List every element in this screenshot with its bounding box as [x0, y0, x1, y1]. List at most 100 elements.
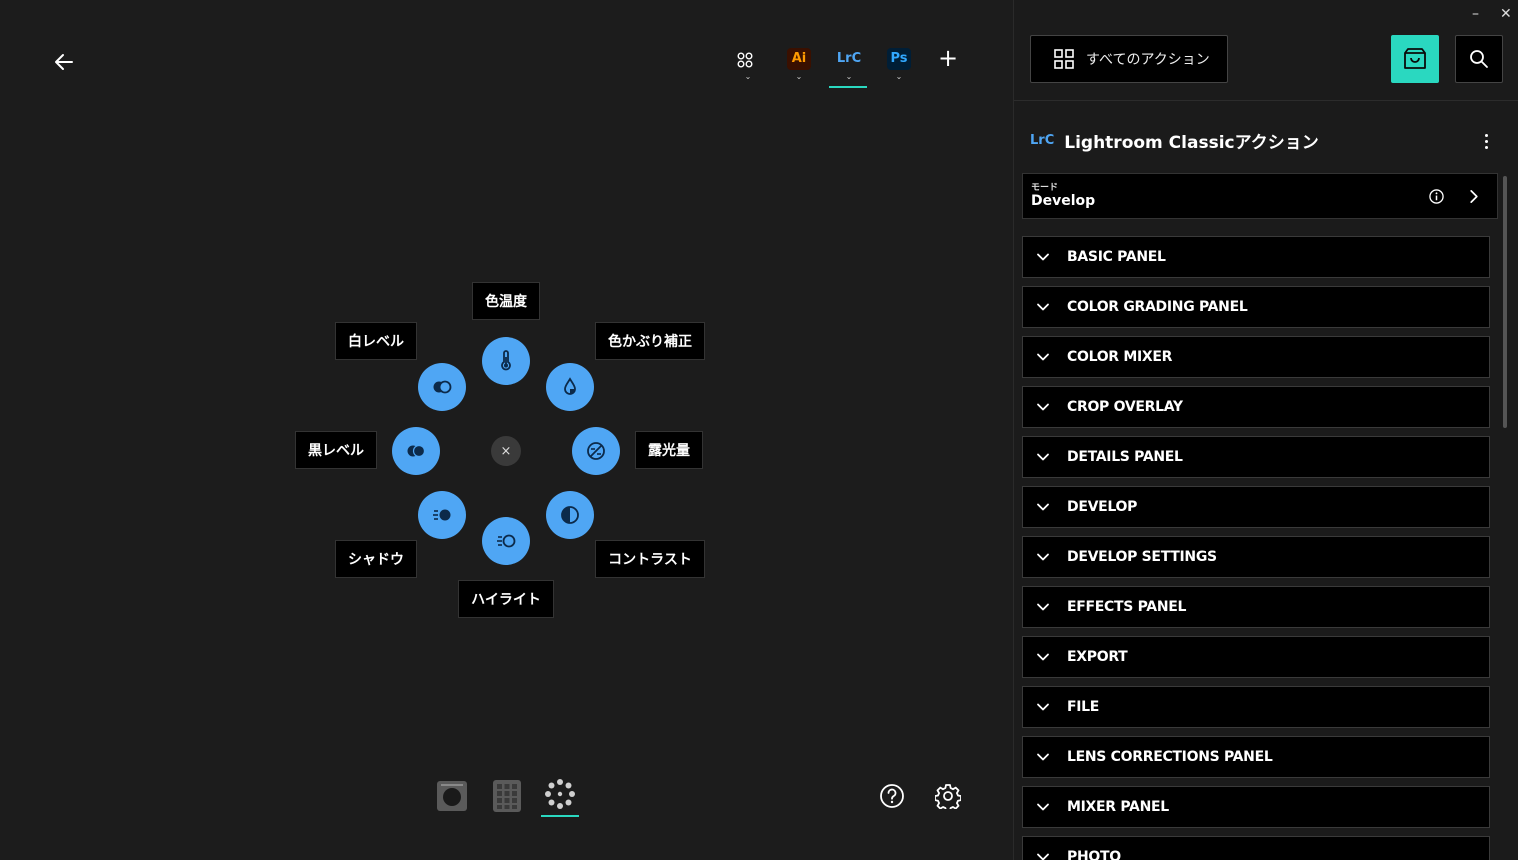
chevron-down-icon — [1037, 453, 1049, 461]
photoshop-logo: Ps — [887, 48, 911, 70]
actions-ring-icon — [545, 779, 575, 809]
active-device-indicator — [541, 815, 579, 817]
label-exposure: 露光量 — [635, 431, 703, 469]
device-keypad-button[interactable] — [493, 780, 521, 812]
highlights-icon — [497, 534, 516, 548]
section-mixer-panel[interactable]: MIXER PANEL — [1022, 786, 1490, 828]
section-lens-corrections-panel[interactable]: LENS CORRECTIONS PANEL — [1022, 736, 1490, 778]
contrast-button[interactable] — [546, 491, 594, 539]
chevron-down-icon: ⌄ — [895, 72, 903, 81]
section-label: EXPORT — [1067, 649, 1128, 665]
section-photo[interactable]: PHOTO — [1022, 836, 1490, 860]
illustrator-logo: Ai — [787, 48, 811, 70]
all-actions-label: すべてのアクション — [1086, 52, 1210, 68]
settings-button[interactable] — [934, 783, 962, 812]
section-label: DETAILS PANEL — [1067, 449, 1183, 465]
section-basic-panel[interactable]: BASIC PANEL — [1022, 236, 1490, 278]
chevron-right-icon — [1470, 190, 1478, 203]
label-highlights: ハイライト — [458, 580, 554, 618]
section-label: PHOTO — [1067, 849, 1121, 860]
tint-button[interactable] — [546, 363, 594, 411]
section-label: CROP OVERLAY — [1067, 399, 1183, 415]
label-tint: 色かぶり補正 — [595, 322, 705, 360]
marketplace-button[interactable] — [1391, 35, 1439, 83]
chevron-down-icon — [1037, 753, 1049, 761]
keypad-device-icon — [493, 780, 521, 812]
section-label: DEVELOP SETTINGS — [1067, 549, 1217, 565]
section-crop-overlay[interactable]: CROP OVERLAY — [1022, 386, 1490, 428]
section-develop[interactable]: DEVELOP — [1022, 486, 1490, 528]
section-color-mixer[interactable]: COLOR MIXER — [1022, 336, 1490, 378]
section-details-panel[interactable]: DETAILS PANEL — [1022, 436, 1490, 478]
whites-button[interactable] — [418, 363, 466, 411]
chevron-down-icon — [1037, 703, 1049, 711]
shopping-bag-icon — [1404, 48, 1426, 69]
tab-photoshop[interactable]: Ps ⌄ — [879, 42, 919, 88]
close-wheel-button[interactable]: × — [491, 436, 521, 466]
tab-illustrator[interactable]: Ai ⌄ — [779, 42, 819, 88]
minimize-button[interactable]: – — [1472, 6, 1479, 22]
blacks-button[interactable] — [392, 427, 440, 475]
section-file[interactable]: FILE — [1022, 686, 1490, 728]
label-shadows: シャドウ — [335, 540, 417, 578]
search-button[interactable] — [1455, 35, 1503, 83]
section-effects-panel[interactable]: EFFECTS PANEL — [1022, 586, 1490, 628]
chevron-down-icon — [1037, 853, 1049, 860]
panel-title: Lightroom Classicアクション — [1064, 132, 1319, 153]
section-label: EFFECTS PANEL — [1067, 599, 1187, 615]
whites-icon — [433, 380, 452, 394]
exposure-button[interactable] — [572, 427, 620, 475]
all-actions-button[interactable]: すべてのアクション — [1030, 35, 1228, 83]
chevron-down-icon — [1037, 553, 1049, 561]
section-develop-settings[interactable]: DEVELOP SETTINGS — [1022, 536, 1490, 578]
label-contrast: コントラスト — [595, 540, 705, 578]
chevron-down-icon: ⌄ — [795, 72, 803, 81]
section-color-grading-panel[interactable]: COLOR GRADING PANEL — [1022, 286, 1490, 328]
back-arrow-icon[interactable] — [52, 50, 76, 74]
mode-selector[interactable]: モード Develop — [1022, 173, 1498, 219]
search-icon — [1470, 50, 1488, 68]
shadows-button[interactable] — [418, 491, 466, 539]
label-temperature: 色温度 — [472, 282, 540, 320]
close-window-button[interactable]: ✕ — [1500, 6, 1512, 22]
device-actions-ring-button[interactable] — [541, 778, 579, 818]
tab-all-apps[interactable]: ⌄ — [728, 42, 768, 88]
highlights-button[interactable] — [482, 517, 530, 565]
temperature-button[interactable] — [482, 337, 530, 385]
plus-icon: + — [937, 44, 959, 72]
scrollbar[interactable] — [1503, 176, 1507, 428]
section-label: FILE — [1067, 699, 1100, 715]
actions-panel: – ✕ すべてのアクション LrC Lightroom Classicアクション… — [1013, 0, 1518, 860]
info-icon[interactable] — [1429, 189, 1444, 204]
panel-header: LrC Lightroom Classicアクション — [1030, 128, 1319, 153]
chevron-down-icon — [1037, 303, 1049, 311]
label-whites: 白レベル — [335, 322, 417, 360]
mode-label: モード — [1031, 183, 1059, 193]
chevron-down-icon — [1037, 803, 1049, 811]
help-button[interactable] — [879, 783, 905, 809]
lightroom-classic-logo: LrC — [836, 51, 862, 66]
blacks-icon — [407, 444, 426, 458]
chevron-down-icon: ⌄ — [845, 72, 853, 81]
shadows-icon — [433, 509, 451, 521]
contrast-icon — [561, 506, 579, 524]
grid-icon — [1054, 49, 1074, 69]
chevron-down-icon — [1037, 503, 1049, 511]
editor-area: ⌄ Ai ⌄ LrC ⌄ Ps ⌄ + 色温度 色かぶり補正 露光量 コントラス… — [0, 0, 1013, 860]
chevron-down-icon — [1037, 253, 1049, 261]
drop-icon — [564, 377, 576, 395]
tab-lightroom-classic[interactable]: LrC ⌄ — [829, 42, 869, 88]
mode-value: Develop — [1031, 193, 1096, 209]
section-label: DEVELOP — [1067, 499, 1138, 515]
action-sections: BASIC PANEL COLOR GRADING PANEL COLOR MIXE… — [1022, 236, 1490, 860]
section-export[interactable]: EXPORT — [1022, 636, 1490, 678]
lightroom-classic-tag: LrC — [1030, 132, 1055, 148]
section-label: COLOR MIXER — [1067, 349, 1173, 365]
active-tab-indicator — [829, 86, 867, 88]
more-options-icon[interactable] — [1478, 130, 1494, 152]
help-icon — [880, 784, 904, 808]
add-app-button[interactable]: + — [928, 42, 968, 88]
section-label: BASIC PANEL — [1067, 249, 1166, 265]
device-dial-button[interactable] — [436, 780, 468, 812]
chevron-down-icon — [1037, 403, 1049, 411]
